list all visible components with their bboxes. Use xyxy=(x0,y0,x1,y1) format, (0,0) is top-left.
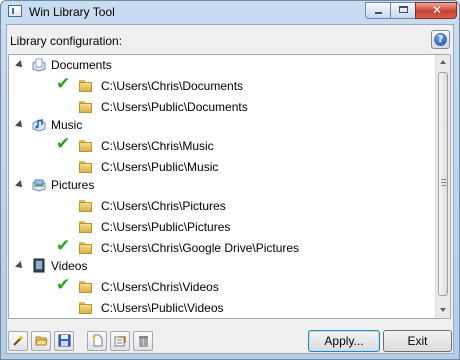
maximize-button[interactable] xyxy=(390,2,416,19)
folder-icon xyxy=(79,139,95,153)
library-path-text: C:\Users\Chris\Videos xyxy=(101,280,219,295)
folder-icon xyxy=(79,280,95,294)
window-title: Win Library Tool xyxy=(29,5,115,19)
folder-icon xyxy=(79,199,95,213)
library-path-text: C:\Users\Public\Pictures xyxy=(101,220,231,234)
vertical-scrollbar[interactable] xyxy=(435,55,450,318)
open-folder-icon xyxy=(35,336,48,346)
minimize-button[interactable] xyxy=(365,2,391,19)
library-path-text: C:\Users\Public\Videos xyxy=(101,300,224,315)
maximize-icon xyxy=(399,6,408,13)
library-path-text: C:\Users\Public\Documents xyxy=(101,99,248,114)
help-icon: ? xyxy=(434,33,447,46)
library-path-row[interactable]: ✔ C:\Users\Chris\Music xyxy=(9,134,435,156)
library-path-row[interactable]: C:\Users\Public\Videos xyxy=(9,298,435,318)
expand-arrow-icon[interactable] xyxy=(15,261,25,272)
title-bar[interactable]: Win Library Tool ✕ xyxy=(1,1,459,23)
folder-icon xyxy=(79,241,95,254)
properties-button[interactable] xyxy=(110,331,130,351)
folder-body xyxy=(79,303,92,314)
exit-button[interactable]: Exit xyxy=(383,330,452,352)
client-area: Library configuration: ? Documents ✔ C:\Us… xyxy=(6,24,454,354)
save-disk-icon xyxy=(58,334,71,347)
help-button[interactable]: ? xyxy=(431,30,450,49)
new-document-icon xyxy=(92,334,103,347)
folder-body xyxy=(79,142,92,153)
folder-icon xyxy=(79,301,95,314)
scroll-down-button[interactable] xyxy=(436,303,450,318)
app-icon xyxy=(8,5,22,17)
expand-arrow-icon[interactable] xyxy=(15,60,25,70)
library-tree-content: Documents ✔ C:\Users\Chris\Documents C:\Use… xyxy=(9,55,435,318)
scroll-down-arrow-icon xyxy=(440,308,446,312)
library-row-documents[interactable]: Documents xyxy=(9,57,435,75)
folder-icon xyxy=(79,100,95,113)
library-path-row[interactable]: ✔ C:\Users\Chris\Videos xyxy=(9,275,435,297)
scroll-up-button[interactable] xyxy=(436,55,450,70)
folder-body xyxy=(79,102,92,113)
scrollbar-thumb[interactable] xyxy=(438,72,448,296)
library-path-text: C:\Users\Chris\Pictures xyxy=(101,199,226,214)
library-row-pictures[interactable]: Pictures xyxy=(9,177,435,195)
folder-body xyxy=(79,283,92,294)
library-configuration-label: Library configuration: xyxy=(10,34,123,48)
music-library-icon xyxy=(32,119,46,132)
folder-icon xyxy=(79,160,95,173)
folder-body xyxy=(79,243,92,254)
library-path-row[interactable]: C:\Users\Public\Music xyxy=(9,157,435,177)
library-path-text: C:\Users\Chris\Music xyxy=(101,139,214,154)
folder-body xyxy=(79,162,92,173)
folder-body xyxy=(79,82,92,92)
save-button[interactable] xyxy=(54,331,74,351)
library-path-row[interactable]: C:\Users\Public\Pictures xyxy=(9,217,435,237)
library-tree[interactable]: Documents ✔ C:\Users\Chris\Documents C:\Use… xyxy=(8,54,451,319)
expand-arrow-icon[interactable] xyxy=(15,180,25,191)
expand-arrow-icon[interactable] xyxy=(15,120,25,131)
thumb-grip-icon xyxy=(441,179,446,186)
apply-button[interactable]: Apply... xyxy=(308,330,380,352)
new-item-button[interactable] xyxy=(87,331,107,351)
library-path-text: C:\Users\Chris\Google Drive\Pictures xyxy=(101,240,300,255)
folder-icon xyxy=(79,220,95,233)
library-path-row[interactable]: C:\Users\Chris\Pictures xyxy=(9,196,435,216)
main-window: Win Library Tool ✕ Library configuration… xyxy=(0,0,460,360)
open-button[interactable] xyxy=(31,331,51,351)
documents-library-icon xyxy=(32,58,46,72)
default-save-location-check-icon: ✔ xyxy=(56,275,71,296)
folder-body xyxy=(79,223,92,233)
library-path-row[interactable]: ✔ C:\Users\Chris\Documents xyxy=(9,74,435,96)
default-save-location-check-icon: ✔ xyxy=(56,74,71,94)
folder-body xyxy=(79,202,92,213)
delete-button[interactable] xyxy=(133,331,153,351)
delete-trash-icon xyxy=(139,336,148,347)
library-name: Pictures xyxy=(51,178,95,193)
library-name: Videos xyxy=(51,259,88,274)
library-path-row[interactable]: ✔ C:\Users\Chris\Google Drive\Pictures xyxy=(9,235,435,258)
minimize-icon xyxy=(375,12,382,14)
folder-icon xyxy=(79,79,95,92)
videos-library-icon xyxy=(33,258,45,273)
new-library-button[interactable] xyxy=(8,331,28,351)
close-icon: ✕ xyxy=(432,3,443,17)
library-row-music[interactable]: Music xyxy=(9,117,435,135)
library-name: Documents xyxy=(51,58,112,72)
library-path-text: C:\Users\Public\Music xyxy=(101,159,219,174)
library-path-text: C:\Users\Chris\Documents xyxy=(101,79,244,93)
new-library-wand-icon xyxy=(13,335,24,346)
properties-icon xyxy=(114,336,126,347)
scroll-up-arrow-icon xyxy=(440,60,446,64)
pictures-library-icon xyxy=(32,179,46,192)
close-button[interactable]: ✕ xyxy=(415,2,457,19)
default-save-location-check-icon: ✔ xyxy=(56,235,71,256)
default-save-location-check-icon: ✔ xyxy=(56,134,71,155)
library-name: Music xyxy=(51,118,83,133)
library-path-row[interactable]: C:\Users\Public\Documents xyxy=(9,97,435,117)
library-row-videos[interactable]: Videos xyxy=(9,258,435,276)
